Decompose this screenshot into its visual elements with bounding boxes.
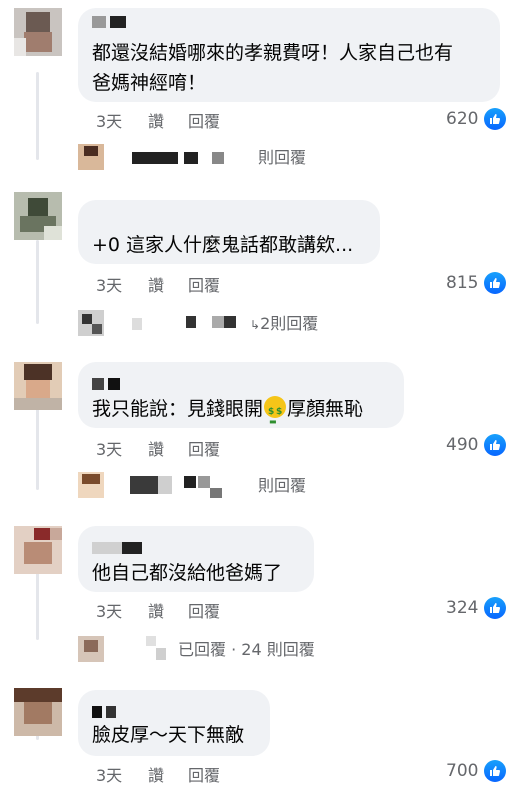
comment-text: 他自己都沒給他爸媽了: [92, 562, 283, 584]
like-icon: [484, 760, 506, 782]
comment-bubble: 我只能說：見錢眼開 $ $ ▬ 厚顏無恥: [78, 362, 404, 428]
like-button[interactable]: 讚: [148, 272, 164, 296]
comment-text: +0 這家人什麼鬼話都敢講欸...: [92, 234, 354, 256]
comment-text: 爸媽神經唷！: [92, 72, 207, 94]
like-icon: [484, 434, 506, 456]
avatar[interactable]: [14, 526, 62, 574]
reply-button[interactable]: 回覆: [188, 436, 220, 460]
timestamp[interactable]: 3天: [96, 272, 122, 296]
view-replies-link[interactable]: 則回覆: [74, 472, 334, 500]
comment-text: 臉皮厚～天下無敵: [92, 724, 245, 746]
reply-button[interactable]: 回覆: [188, 762, 220, 786]
comment-bubble: 都還沒結婚哪來的孝親費呀！人家自己也有 爸媽神經唷！: [78, 8, 500, 102]
comment-actions: 3天 讚 回覆: [96, 598, 236, 621]
like-button[interactable]: 讚: [148, 762, 164, 786]
comment-bubble: 他自己都沒給他爸媽了: [78, 526, 314, 592]
view-replies-link[interactable]: ↳2則回覆: [74, 310, 334, 338]
comment-actions: 3天 讚 回覆: [96, 762, 236, 785]
thread-line: [36, 406, 39, 490]
commenter-name-redacted[interactable]: [92, 706, 120, 718]
comment-text-part: 厚顏無恥: [287, 398, 364, 420]
reply-count-text[interactable]: 則回覆: [258, 148, 306, 168]
comment-text: 我只能說：見錢眼開 $ $ ▬ 厚顏無恥: [92, 394, 364, 426]
like-icon: [484, 272, 506, 294]
comment-text: 都還沒結婚哪來的孝親費呀！人家自己也有: [92, 42, 454, 64]
like-button[interactable]: 讚: [148, 598, 164, 622]
comment-bubble: +0 這家人什麼鬼話都敢講欸...: [78, 200, 380, 264]
reaction-count[interactable]: 815: [446, 272, 478, 294]
comment-text-part: 我只能說：見錢眼開: [92, 398, 264, 420]
avatar[interactable]: [14, 192, 62, 240]
commenter-name-redacted[interactable]: [92, 16, 130, 28]
timestamp[interactable]: 3天: [96, 598, 122, 622]
reaction-count[interactable]: 620: [446, 108, 478, 130]
thread-line: [36, 240, 39, 324]
reaction-count[interactable]: 490: [446, 434, 478, 456]
timestamp[interactable]: 3天: [96, 436, 122, 460]
reply-button[interactable]: 回覆: [188, 272, 220, 296]
reaction-count[interactable]: 324: [446, 597, 478, 619]
reply-count-text[interactable]: ↳2則回覆: [250, 314, 318, 335]
like-button[interactable]: 讚: [148, 436, 164, 460]
comment-bubble: 臉皮厚～天下無敵: [78, 690, 270, 756]
like-icon: [484, 108, 506, 130]
reply-arrow-icon: ↳: [250, 318, 261, 332]
comment-actions: 3天 讚 回覆: [96, 436, 236, 459]
thread-line: [36, 570, 39, 640]
reaction-count[interactable]: 700: [446, 760, 478, 782]
reply-count-label: 2則回覆: [260, 314, 319, 333]
reply-button[interactable]: 回覆: [188, 598, 220, 622]
commenter-name-redacted[interactable]: [92, 542, 146, 554]
timestamp[interactable]: 3天: [96, 108, 122, 132]
timestamp[interactable]: 3天: [96, 762, 122, 786]
avatar[interactable]: [14, 688, 62, 736]
comment-actions: 3天 讚 回覆: [96, 272, 236, 295]
view-replies-link[interactable]: 則回覆: [74, 144, 334, 172]
reply-avatar: [78, 144, 104, 170]
reply-count-text[interactable]: 則回覆: [258, 476, 306, 496]
view-replies-link[interactable]: 已回覆 · 24 則回覆: [74, 636, 354, 664]
reply-avatar: [78, 310, 104, 336]
thread-line: [36, 72, 39, 160]
reply-avatar: [78, 472, 104, 498]
avatar[interactable]: [14, 362, 62, 410]
reply-count-text[interactable]: 已回覆 · 24 則回覆: [178, 640, 315, 660]
money-mouth-face-icon: $ $ ▬: [264, 396, 287, 426]
reply-button[interactable]: 回覆: [188, 108, 220, 132]
commenter-name-redacted[interactable]: [92, 378, 124, 390]
like-icon: [484, 597, 506, 619]
reply-avatar: [78, 636, 104, 662]
avatar[interactable]: [14, 8, 62, 56]
like-button[interactable]: 讚: [148, 108, 164, 132]
comment-actions: 3天 讚 回覆: [96, 108, 236, 131]
